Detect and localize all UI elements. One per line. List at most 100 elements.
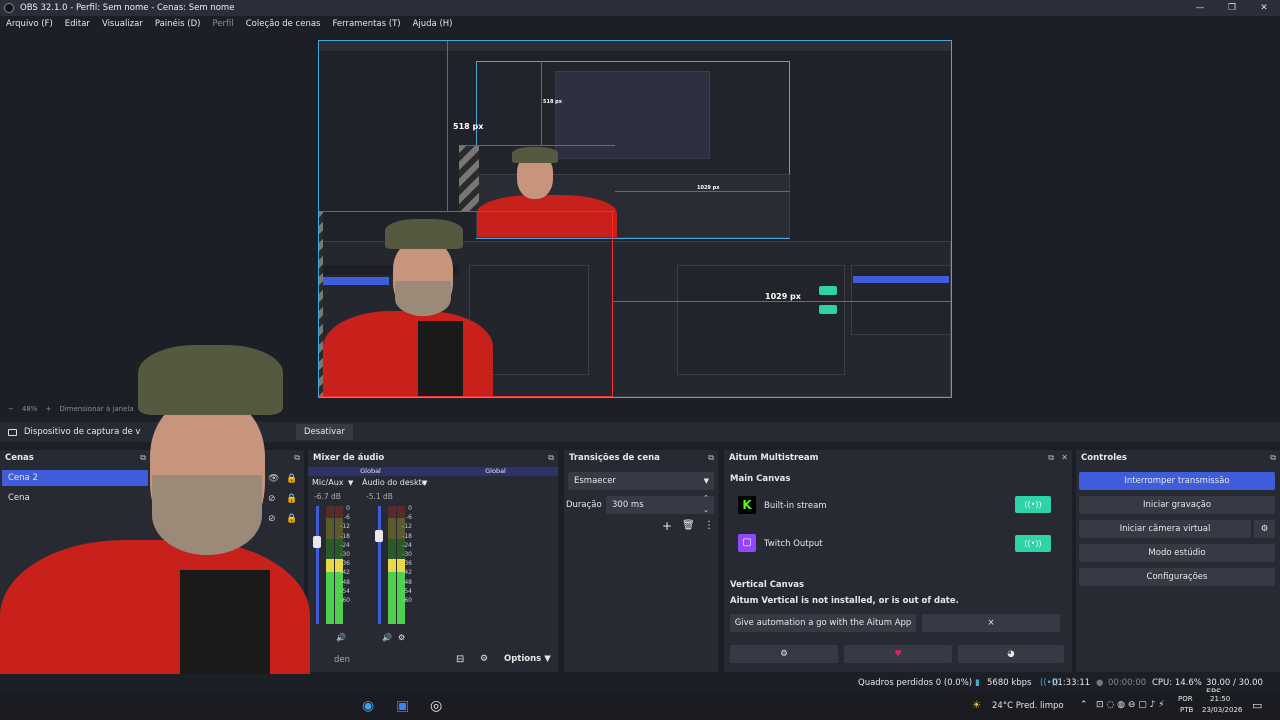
db-tick: -18 [402, 532, 412, 540]
desktop-monitor-icon[interactable]: ⚙ [398, 633, 405, 642]
menu-profile[interactable]: Perfil [212, 19, 233, 29]
weather-icon: ☀ [972, 700, 981, 711]
db-tick: -60 [402, 597, 412, 605]
windows-taskbar: ◉ ▣ ◎ ☀ 24°C Pred. limpo ⌃ ⊡ ◌ ◍ ⊖ ▢ ♪ ⚡… [0, 692, 1280, 720]
record-time: 00:00:00 [1108, 678, 1147, 688]
language-top[interactable]: POR [1178, 695, 1193, 703]
db-scale: 0 -6 -12 -18 -24 -30 -36 -42 -48 -54 -60 [398, 504, 412, 605]
desktop-level-meter [388, 506, 396, 624]
edge-icon[interactable]: ◉ [362, 698, 374, 714]
chevron-up-icon[interactable]: ⌃ [1080, 700, 1088, 710]
controls-title: Controles ⧉ [1076, 450, 1280, 466]
nested-height-label: 518 px [543, 99, 562, 105]
discord-button[interactable]: ◕ [958, 645, 1064, 663]
undock-icon[interactable]: ⧉ [708, 450, 714, 466]
stream-toggle-twitch[interactable]: ((•)) [1015, 535, 1051, 552]
vertical-canvas-heading: Vertical Canvas [730, 580, 805, 590]
app-icon[interactable]: ▣ [396, 698, 409, 714]
menu-bar: Arquivo (F) Editar Visualizar Painéis (D… [0, 16, 1280, 32]
duration-label: Duração [566, 500, 602, 510]
stop-streaming-button[interactable]: Interromper transmissão [1079, 472, 1275, 490]
menu-edit[interactable]: Editar [65, 19, 90, 29]
discord-icon: ◕ [1007, 649, 1015, 659]
audio-mixer-dock: Mixer de áudio ⧉ Global Global Mic/Aux ▼ … [308, 450, 558, 672]
stepper-icon[interactable]: ⌃ ⌄ [703, 492, 709, 516]
clock-date[interactable]: 23/03/2026 [1202, 706, 1242, 714]
desktop-mute-icon[interactable]: 🔊 [382, 633, 392, 642]
undock-icon[interactable]: ⧉ [548, 450, 554, 466]
cpu-usage: CPU: 14.6% [1152, 678, 1202, 688]
aitum-multistream-dock: Aitum Multistream ⧉ ✕ Main Canvas K Built-… [724, 450, 1072, 672]
transition-select[interactable]: Esmaecer ▼ [568, 472, 714, 490]
settings-button[interactable]: Configurações [1079, 568, 1275, 586]
menu-scene-collection[interactable]: Coleção de cenas [246, 19, 321, 29]
db-tick: -6 [406, 514, 412, 522]
virtual-camera-settings-button[interactable]: ⚙ [1254, 520, 1275, 538]
stream-toggle-builtin[interactable]: ((•)) [1015, 496, 1051, 513]
program-preview[interactable]: 518 px 1029 px 518 px 1029 px [318, 40, 952, 398]
add-transition-button[interactable]: + [662, 519, 672, 533]
signal-icon: ▮ [975, 678, 980, 688]
clock-time[interactable]: 21:50 [1210, 695, 1230, 703]
menu-tools[interactable]: Ferramentas (T) [332, 19, 400, 29]
start-virtual-camera-button[interactable]: Iniciar câmera virtual [1079, 520, 1251, 538]
studio-mode-button[interactable]: Modo estúdio [1079, 544, 1275, 562]
settings-gear-button[interactable]: ⚙ [730, 645, 838, 663]
preview-webcam [323, 211, 493, 397]
duration-input[interactable]: 300 ms ⌃ ⌄ [606, 494, 714, 514]
weather-text[interactable]: 24°C Pred. limpo [992, 701, 1064, 711]
nested-stop-stream [853, 276, 949, 283]
menu-help[interactable]: Ajuda (H) [413, 19, 453, 29]
db-scale: 0 -6 -12 -18 -24 -30 -36 -42 -48 -54 -60 [336, 504, 350, 605]
desktop-volume-slider[interactable] [378, 506, 381, 624]
height-label: 518 px [453, 122, 484, 131]
mic-volume-slider[interactable] [316, 506, 319, 624]
notification-icon[interactable]: ▭ [1252, 699, 1262, 712]
main-canvas-heading: Main Canvas [730, 474, 791, 484]
db-tick: 0 [408, 505, 412, 512]
nested-aitum [677, 265, 845, 375]
language-bottom[interactable]: PTB [1180, 706, 1193, 714]
obs-taskbar-icon[interactable]: ◎ [430, 698, 442, 714]
db-tick: -30 [402, 551, 412, 559]
mic-aux-label[interactable]: Mic/Aux [312, 478, 344, 487]
db-tick: -12 [340, 523, 350, 531]
desktop-volume-knob[interactable] [375, 530, 383, 542]
more-options-icon[interactable]: ⋮ [704, 520, 714, 531]
width-label: 1029 px [765, 292, 801, 301]
chevron-down-icon[interactable]: ▼ [348, 479, 353, 487]
db-tick: -24 [340, 541, 350, 549]
mic-mute-icon[interactable]: 🔊 [336, 633, 346, 642]
close-dock-icon[interactable]: ✕ [1061, 450, 1068, 466]
chevron-down-icon[interactable]: ▼ [422, 479, 427, 487]
db-tick: -60 [340, 597, 350, 605]
mic-level-meter [326, 506, 334, 624]
trash-icon[interactable]: 🗑 [682, 520, 695, 531]
db-tick: -54 [402, 587, 412, 595]
desktop-audio-label[interactable]: Áudio do deskto [362, 478, 427, 487]
tray-icons[interactable]: ⊡ ◌ ◍ ⊖ ▢ ♪ ⚡ [1096, 700, 1165, 710]
start-recording-button[interactable]: Iniciar gravação [1079, 496, 1275, 514]
menu-file[interactable]: Arquivo (F) [6, 19, 53, 29]
close-button[interactable]: ✕ [1248, 0, 1280, 16]
automation-button[interactable]: Give automation a go with the Aitum App [730, 614, 916, 632]
db-tick: -30 [340, 551, 350, 559]
scene-transitions-dock: Transições de cena ⧉ Esmaecer ▼ Duração 30… [564, 450, 718, 672]
menu-view[interactable]: Visualizar [102, 19, 143, 29]
mixer-group-label: Global [433, 467, 558, 476]
gear-link-icon[interactable]: ⚙ [480, 654, 488, 664]
donate-button[interactable]: ♥ [844, 645, 952, 663]
dropped-frames: Quadros perdidos 0 (0.0%) [858, 678, 973, 688]
maximize-button[interactable]: ❐ [1216, 0, 1248, 16]
undock-icon[interactable]: ⧉ [1270, 450, 1276, 466]
dismiss-button[interactable]: × [922, 614, 1060, 632]
menu-docks[interactable]: Painéis (D) [155, 19, 201, 29]
obs-logo-icon [4, 3, 14, 13]
mic-volume-knob[interactable] [313, 536, 321, 548]
undock-icon[interactable]: ⧉ [1048, 450, 1054, 466]
layout-icon[interactable]: ⊟ [456, 654, 464, 665]
mixer-options-button[interactable]: Options ▼ [504, 654, 551, 664]
mic-db-label: -6.7 dB [314, 492, 341, 501]
minimize-button[interactable]: — [1184, 0, 1216, 16]
record-icon: ● [1096, 678, 1104, 688]
